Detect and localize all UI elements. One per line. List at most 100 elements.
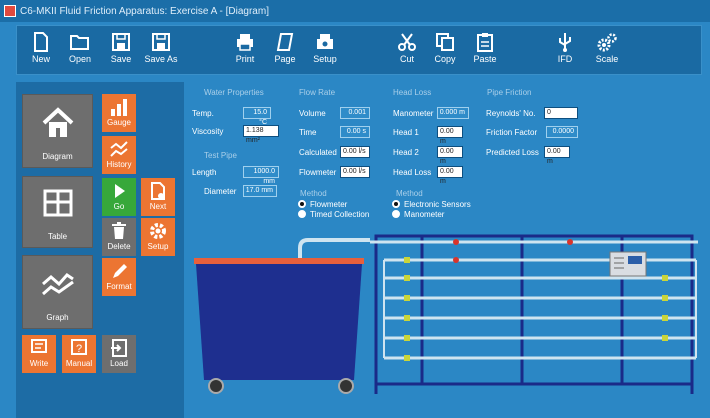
save-as-button[interactable]: Save As xyxy=(141,29,181,71)
save-button[interactable]: Save xyxy=(103,29,139,71)
gauge-button[interactable]: Gauge xyxy=(102,94,136,132)
test-pipe-heading: Test Pipe xyxy=(204,151,237,160)
write-note-icon xyxy=(31,339,47,353)
load-button[interactable]: Load xyxy=(102,335,136,373)
play-icon xyxy=(115,184,125,198)
open-button[interactable]: Open xyxy=(62,29,98,71)
house-icon xyxy=(42,107,73,137)
go-button[interactable]: Go xyxy=(102,178,136,216)
diameter-field[interactable]: 17.0 mm xyxy=(243,185,277,197)
save-disk-icon xyxy=(112,33,130,51)
clipboard-paste-icon xyxy=(477,33,493,52)
headloss-field[interactable]: 0.00 m xyxy=(437,166,463,185)
diagram-tile[interactable]: Diagram xyxy=(22,94,93,168)
table-label: Table xyxy=(47,232,68,241)
friction-factor-field[interactable]: 0.0000 xyxy=(546,126,578,138)
trash-icon xyxy=(112,222,126,239)
manometer-radio[interactable] xyxy=(392,210,400,218)
time-label: Time xyxy=(299,128,317,137)
volume-field[interactable]: 0.001 xyxy=(340,107,370,119)
history-label: History xyxy=(106,160,132,169)
printer-icon xyxy=(237,34,253,51)
water-properties-heading: Water Properties xyxy=(204,88,264,97)
save-as-label: Save As xyxy=(144,54,178,64)
viscosity-label: Viscosity xyxy=(192,127,224,136)
bar-chart-icon xyxy=(111,99,127,116)
diagram-label: Diagram xyxy=(42,152,73,161)
page-label: Page xyxy=(274,54,296,64)
gears-icon xyxy=(597,33,617,52)
write-button[interactable]: Write xyxy=(22,335,56,373)
reynolds-field[interactable]: 0 xyxy=(544,107,578,119)
paste-label: Paste xyxy=(473,54,497,64)
predicted-loss-label: Predicted Loss xyxy=(486,148,539,157)
cut-button[interactable]: Cut xyxy=(389,29,425,71)
print-label: Print xyxy=(235,54,255,64)
friction-factor-label: Friction Factor xyxy=(486,128,538,137)
go-label: Go xyxy=(113,202,125,211)
table-tile[interactable]: Table xyxy=(22,176,93,248)
flowmeter-radio[interactable] xyxy=(298,200,306,208)
next-button[interactable]: Next xyxy=(141,178,175,216)
cut-label: Cut xyxy=(399,54,414,64)
format-button[interactable]: Format xyxy=(102,258,136,296)
flow-method-heading: Method xyxy=(300,189,327,198)
scissors-icon xyxy=(398,33,416,51)
new-button[interactable]: New xyxy=(23,29,59,71)
new-label: New xyxy=(31,54,50,64)
line-graph-icon xyxy=(41,273,74,296)
flow-rate-heading: Flow Rate xyxy=(299,88,336,97)
graph-tile[interactable]: Graph xyxy=(22,255,93,329)
flowmeter-field[interactable]: 0.00 l/s xyxy=(340,166,370,178)
electronic-sensors-radio[interactable] xyxy=(392,200,400,208)
copy-label: Copy xyxy=(434,54,456,64)
delete-button[interactable]: Delete xyxy=(102,218,136,256)
print-button[interactable]: Print xyxy=(227,29,263,71)
toolbar: New Open Save Save As Print Page Setup C… xyxy=(16,25,702,75)
manometer-field[interactable]: 0.000 m xyxy=(437,107,469,119)
pipe-friction-heading: Pipe Friction xyxy=(487,88,532,97)
head2-label: Head 2 xyxy=(393,148,419,157)
next-page-icon xyxy=(151,182,165,200)
history-button[interactable]: History xyxy=(102,136,136,174)
graph-label: Graph xyxy=(46,313,69,322)
copy-button[interactable]: Copy xyxy=(427,29,463,71)
timed-collection-radio[interactable] xyxy=(298,210,306,218)
paste-button[interactable]: Paste xyxy=(467,29,503,71)
copy-icon xyxy=(436,33,454,51)
setup-button[interactable]: Setup xyxy=(307,29,343,71)
temp-field[interactable]: 15.0 °C xyxy=(243,107,271,126)
app-window: C6-MKII Fluid Friction Apparatus: Exerci… xyxy=(0,0,710,418)
delete-label: Delete xyxy=(107,242,131,251)
printer-setup-icon xyxy=(317,34,333,49)
history-graph-icon xyxy=(110,141,128,157)
scale-button[interactable]: Scale xyxy=(589,29,625,71)
left-panel: Diagram Table Graph Gauge History Go Nex… xyxy=(16,82,184,418)
length-field[interactable]: 1000.0 mm xyxy=(243,166,279,185)
apparatus-diagram xyxy=(194,234,698,394)
calculated-field[interactable]: 0.00 l/s xyxy=(340,146,370,158)
gear-icon xyxy=(150,223,166,239)
page-button[interactable]: Page xyxy=(267,29,303,71)
folder-open-icon xyxy=(70,35,89,50)
head1-field[interactable]: 0.00 m xyxy=(437,126,463,145)
ifd-button[interactable]: IFD xyxy=(547,29,583,71)
predicted-loss-field[interactable]: 0.00 m xyxy=(544,146,570,165)
viscosity-field[interactable]: 1.138 mm² xyxy=(243,125,279,144)
manual-button[interactable]: ? Manual xyxy=(62,335,96,373)
diameter-label: Diameter xyxy=(204,187,237,196)
title-bar: C6-MKII Fluid Friction Apparatus: Exerci… xyxy=(0,0,710,22)
save-as-icon xyxy=(152,33,170,51)
temp-label: Temp. xyxy=(192,109,214,118)
load-label: Load xyxy=(110,359,128,368)
setup-side-button[interactable]: Setup xyxy=(141,218,175,256)
headloss-label: Head Loss xyxy=(393,168,432,177)
load-import-icon xyxy=(111,339,127,357)
head2-field[interactable]: 0.00 m xyxy=(437,146,463,165)
usb-icon xyxy=(559,33,571,52)
ifd-label: IFD xyxy=(557,54,573,64)
open-label: Open xyxy=(68,54,92,64)
time-field[interactable]: 0.00 s xyxy=(340,126,370,138)
write-label: Write xyxy=(29,359,49,368)
pencil-icon xyxy=(113,264,127,278)
